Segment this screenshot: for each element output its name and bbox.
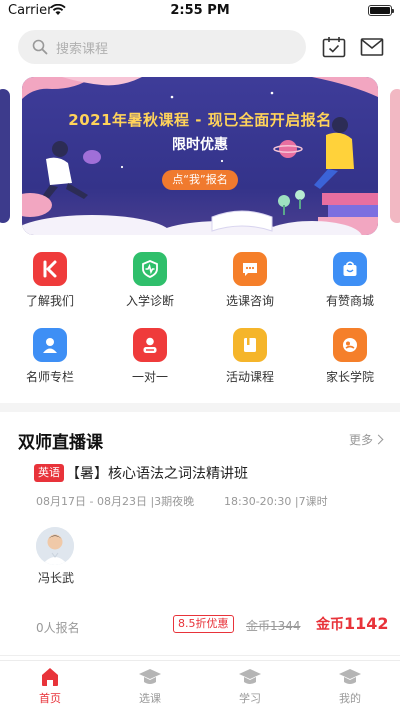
banner-next-card[interactable]	[390, 89, 400, 223]
battery-icon	[368, 5, 394, 16]
menu-item-one-on-one[interactable]: 一对一	[100, 328, 200, 385]
menu-item-consult[interactable]: 选课咨询	[200, 252, 300, 309]
course-title[interactable]: 【暑】核心语法之词法精讲班	[66, 463, 248, 483]
search-icon	[32, 39, 48, 55]
home-icon	[42, 668, 58, 686]
sale-price-label: 金币	[316, 617, 344, 633]
menu-item-label: 名师专栏	[25, 370, 74, 384]
tab-label: 我的	[339, 692, 361, 705]
chevron-right-icon	[373, 434, 384, 445]
person-icon	[33, 328, 67, 362]
book-icon	[233, 328, 267, 362]
more-label: 更多	[348, 433, 373, 447]
banner-signup-button[interactable]: 点“我”报名	[162, 170, 238, 190]
menu-item-label: 有赞商城	[325, 294, 374, 308]
shopping-bag-icon	[333, 252, 367, 286]
original-price: 金币1344	[246, 617, 301, 634]
banner-title: 2021年暑秋课程 - 现已全面开启报名	[68, 111, 332, 129]
course-dates: 08月17日 - 08月23日 |3期夜晚	[36, 495, 195, 508]
calendar-check-icon[interactable]	[322, 36, 346, 58]
sale-price-value: 1142	[344, 614, 389, 633]
section-divider	[0, 403, 400, 412]
parent-icon	[333, 328, 367, 362]
menu-item-parents[interactable]: 家长学院	[300, 328, 400, 385]
search-placeholder: 搜索课程	[56, 42, 109, 57]
card-separator	[0, 655, 400, 656]
banner-illustration	[22, 77, 378, 235]
banner-subtitle: 限时优惠	[172, 137, 228, 153]
graduation-cap-icon	[139, 669, 161, 684]
teacher-avatar[interactable]	[36, 527, 74, 565]
banner[interactable]: 2021年暑秋课程 - 现已全面开启报名 限时优惠 点“我”报名	[22, 77, 378, 235]
banner-carousel[interactable]: 2021年暑秋课程 - 现已全面开启报名 限时优惠 点“我”报名	[0, 77, 400, 235]
tab-study[interactable]: 学习	[200, 666, 300, 706]
tab-home[interactable]: 首页	[0, 666, 100, 706]
status-bar: Carrier 2:55 PM	[0, 0, 400, 22]
discount-badge: 8.5折优惠	[173, 615, 234, 633]
tab-label: 首页	[39, 692, 61, 705]
search-input[interactable]: 搜索课程	[18, 30, 306, 64]
more-link[interactable]: 更多	[348, 431, 384, 448]
menu-item-teachers[interactable]: 名师专栏	[0, 328, 100, 385]
menu-item-activities[interactable]: 活动课程	[200, 328, 300, 385]
menu-item-diagnosis[interactable]: 入学诊断	[100, 252, 200, 309]
shield-pulse-icon	[133, 252, 167, 286]
mail-icon[interactable]	[360, 37, 384, 57]
chat-bubble-icon	[233, 252, 267, 286]
subject-badge: 英语	[34, 464, 64, 482]
tab-bar: 首页 选课 学习 我的	[0, 660, 400, 710]
tab-courses[interactable]: 选课	[100, 666, 200, 706]
menu-item-label: 入学诊断	[125, 294, 174, 308]
menu-item-label: 家长学院	[325, 370, 374, 384]
tab-label: 学习	[239, 692, 261, 705]
original-price-value: 1344	[270, 619, 301, 633]
menu-item-label: 活动课程	[225, 370, 274, 384]
section-title: 双师直播课	[18, 433, 103, 453]
teacher-name: 冯长武	[38, 571, 75, 585]
enrollment-count: 0人报名	[36, 621, 80, 635]
menu-item-about[interactable]: 了解我们	[0, 252, 100, 309]
menu-item-label: 选课咨询	[225, 294, 274, 308]
k-logo-icon	[33, 252, 67, 286]
tab-label: 选课	[139, 692, 161, 705]
menu-item-label: 一对一	[131, 370, 168, 384]
menu-item-label: 了解我们	[25, 294, 74, 308]
clock: 2:55 PM	[170, 3, 230, 18]
graduation-cap-icon	[339, 669, 361, 684]
teacher-photo	[36, 527, 74, 565]
one-on-one-icon	[133, 328, 167, 362]
course-time: 18:30-20:30 |7课时	[224, 495, 328, 508]
sale-price: 金币1142	[316, 614, 389, 634]
banner-prev-card[interactable]	[0, 89, 10, 223]
original-price-label: 金币	[246, 619, 271, 633]
tab-mine[interactable]: 我的	[300, 666, 400, 706]
menu-item-store[interactable]: 有赞商城	[300, 252, 400, 309]
graduation-cap-icon	[239, 669, 261, 684]
